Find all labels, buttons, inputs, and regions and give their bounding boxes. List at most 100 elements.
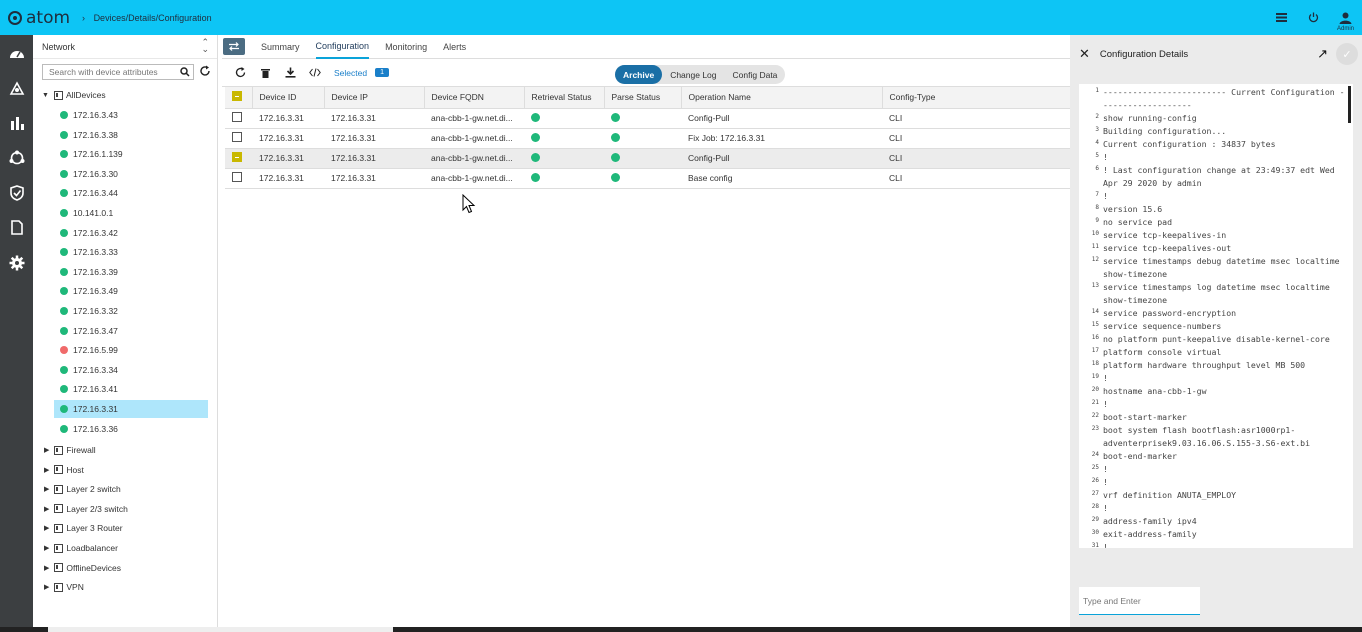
row-checkbox[interactable]	[232, 112, 242, 122]
compliance-icon[interactable]	[0, 175, 33, 210]
breadcrumb-path[interactable]: Devices/Details/Configuration	[94, 13, 212, 23]
tree-device-node[interactable]: 172.16.3.42	[54, 224, 208, 242]
tree-device-node[interactable]: 172.16.3.47	[54, 322, 208, 340]
device-search-input[interactable]: Search with device attributes	[42, 64, 194, 80]
tree-group-node[interactable]: ▶ Host	[44, 465, 84, 475]
caret-right-icon[interactable]: ▶	[44, 583, 49, 591]
panel-title: Configuration Details	[1099, 48, 1189, 60]
config-archive-table: Device ID Device IP Device FQDN Retrieva…	[225, 87, 1070, 189]
row-checkbox[interactable]	[232, 132, 242, 142]
config-code-view[interactable]: 1 ------------------------- Current Confi…	[1079, 84, 1353, 548]
config-line-text: ------------------------- Current Config…	[1103, 87, 1345, 97]
device-fqdn-cell: ana-cbb-1-gw.net.di...	[424, 108, 524, 129]
column-header[interactable]: Parse Status	[604, 87, 682, 109]
config-type-cell: CLI	[882, 128, 1070, 149]
status-dot-icon	[60, 228, 68, 237]
tree-device-node[interactable]: 172.16.3.44	[54, 184, 208, 202]
tree-device-node[interactable]: 172.16.3.36	[54, 420, 208, 438]
app-logo[interactable]: atom	[8, 8, 70, 28]
tree-device-node[interactable]: 172.16.3.38	[54, 126, 208, 144]
topology-icon[interactable]	[0, 140, 33, 175]
user-icon[interactable]	[1338, 11, 1352, 25]
caret-right-icon[interactable]: ▶	[44, 505, 49, 513]
tab-configuration[interactable]: Configuration	[315, 35, 370, 59]
caret-right-icon[interactable]: ▶	[44, 524, 49, 532]
tab-alerts[interactable]: Alerts	[443, 35, 466, 59]
segment-archive[interactable]: Archive	[615, 65, 663, 84]
tree-group-node[interactable]: ▶ Loadbalancer	[44, 543, 118, 553]
parse-status-cell	[604, 168, 681, 189]
tree-device-node[interactable]: 172.16.1.139	[54, 145, 208, 163]
expand-collapse-icon[interactable]: ⌃ ⌄	[201, 38, 209, 54]
document-icon[interactable]	[0, 210, 33, 245]
tab-summary[interactable]: Summary	[261, 35, 300, 59]
tree-device-node[interactable]: 172.16.3.34	[54, 361, 208, 379]
line-number: 10	[1091, 230, 1099, 237]
download-icon[interactable]	[283, 67, 297, 78]
row-checkbox[interactable]	[232, 172, 242, 182]
column-header[interactable]: Operation Name	[681, 87, 883, 109]
tree-device-node[interactable]: 172.16.3.32	[54, 302, 208, 320]
tree-device-node[interactable]: 172.16.3.43	[54, 106, 208, 124]
refresh-tree-icon[interactable]	[199, 65, 211, 79]
expand-icon[interactable]: ↗	[1317, 46, 1328, 62]
table-row[interactable]: 172.16.3.31 172.16.3.31 ana-cbb-1-gw.net.d…	[225, 148, 1070, 169]
table-row[interactable]: 172.16.3.31 172.16.3.31 ana-cbb-1-gw.net.d…	[225, 168, 1070, 189]
tree-group-node[interactable]: ▶ OfflineDevices	[44, 563, 121, 573]
swap-view-button[interactable]	[223, 38, 245, 55]
tree-device-node[interactable]: 172.16.3.41	[54, 380, 208, 398]
caret-down-icon[interactable]: ▼	[42, 92, 49, 99]
tree-device-node[interactable]: 172.16.3.49	[54, 282, 208, 300]
delete-icon[interactable]	[258, 68, 272, 78]
caret-right-icon[interactable]: ▶	[44, 485, 49, 493]
reports-icon[interactable]	[0, 105, 33, 140]
status-dot-icon	[60, 365, 68, 374]
tree-device-node[interactable]: 172.16.3.33	[54, 243, 208, 261]
device-ip-label: 172.16.1.139	[73, 149, 123, 160]
close-icon[interactable]: ✕	[1079, 46, 1090, 62]
config-line-text: service timestamps log datetime msec loc…	[1103, 282, 1330, 292]
devices-icon[interactable]	[0, 70, 33, 105]
tree-device-node[interactable]: 10.141.0.1	[54, 204, 208, 222]
caret-right-icon[interactable]: ▶	[44, 564, 49, 572]
column-header[interactable]: Config-Type	[882, 87, 1070, 109]
column-header[interactable]: Retrieval Status	[524, 87, 605, 109]
column-header[interactable]: Device FQDN	[424, 87, 525, 109]
tree-group-node[interactable]: ▶ Layer 3 Router	[44, 523, 123, 533]
device-ip-label: 172.16.3.49	[73, 286, 118, 297]
tree-node-alldevices[interactable]: ▼ AllDevices	[42, 90, 106, 100]
refresh-icon[interactable]	[233, 67, 247, 78]
status-ok-icon	[531, 172, 540, 182]
row-checkbox[interactable]	[232, 152, 242, 162]
breadcrumb-chevron-icon: ›	[82, 12, 86, 23]
status-ok-icon	[611, 112, 620, 122]
tree-device-node[interactable]: 172.16.3.30	[54, 165, 208, 183]
tab-monitoring[interactable]: Monitoring	[385, 35, 427, 59]
tree-group-node[interactable]: ▶ Layer 2 switch	[44, 484, 121, 494]
segment-config-data[interactable]: Config Data	[725, 65, 786, 84]
tree-device-node[interactable]: 172.16.5.99	[54, 341, 208, 359]
caret-right-icon[interactable]: ▶	[44, 544, 49, 552]
power-icon[interactable]	[1306, 11, 1320, 25]
caret-right-icon[interactable]: ▶	[44, 446, 49, 454]
settings-icon[interactable]	[0, 245, 33, 280]
confirm-button[interactable]: ✓	[1336, 43, 1358, 65]
dashboard-icon[interactable]	[0, 35, 33, 70]
menu-icon[interactable]	[1274, 11, 1288, 25]
table-row[interactable]: 172.16.3.31 172.16.3.31 ana-cbb-1-gw.net.d…	[225, 108, 1070, 129]
tree-group-node[interactable]: ▶ Firewall	[44, 445, 96, 455]
command-input[interactable]: Type and Enter	[1079, 587, 1200, 615]
caret-right-icon[interactable]: ▶	[44, 466, 49, 474]
column-header[interactable]: Device IP	[324, 87, 425, 109]
table-row[interactable]: 172.16.3.31 172.16.3.31 ana-cbb-1-gw.net.d…	[225, 128, 1070, 149]
search-icon[interactable]	[180, 67, 190, 79]
column-header[interactable]: Device ID	[252, 87, 325, 109]
select-all-checkbox[interactable]	[232, 91, 242, 102]
row-select-cell	[225, 108, 252, 129]
segment-change-log[interactable]: Change Log	[662, 65, 724, 84]
code-view-icon[interactable]	[308, 68, 322, 77]
tree-group-node[interactable]: ▶ VPN	[44, 582, 84, 592]
tree-device-node[interactable]: 172.16.3.39	[54, 263, 208, 281]
tree-device-node[interactable]: 172.16.3.31	[54, 400, 208, 418]
tree-group-node[interactable]: ▶ Layer 2/3 switch	[44, 504, 128, 514]
